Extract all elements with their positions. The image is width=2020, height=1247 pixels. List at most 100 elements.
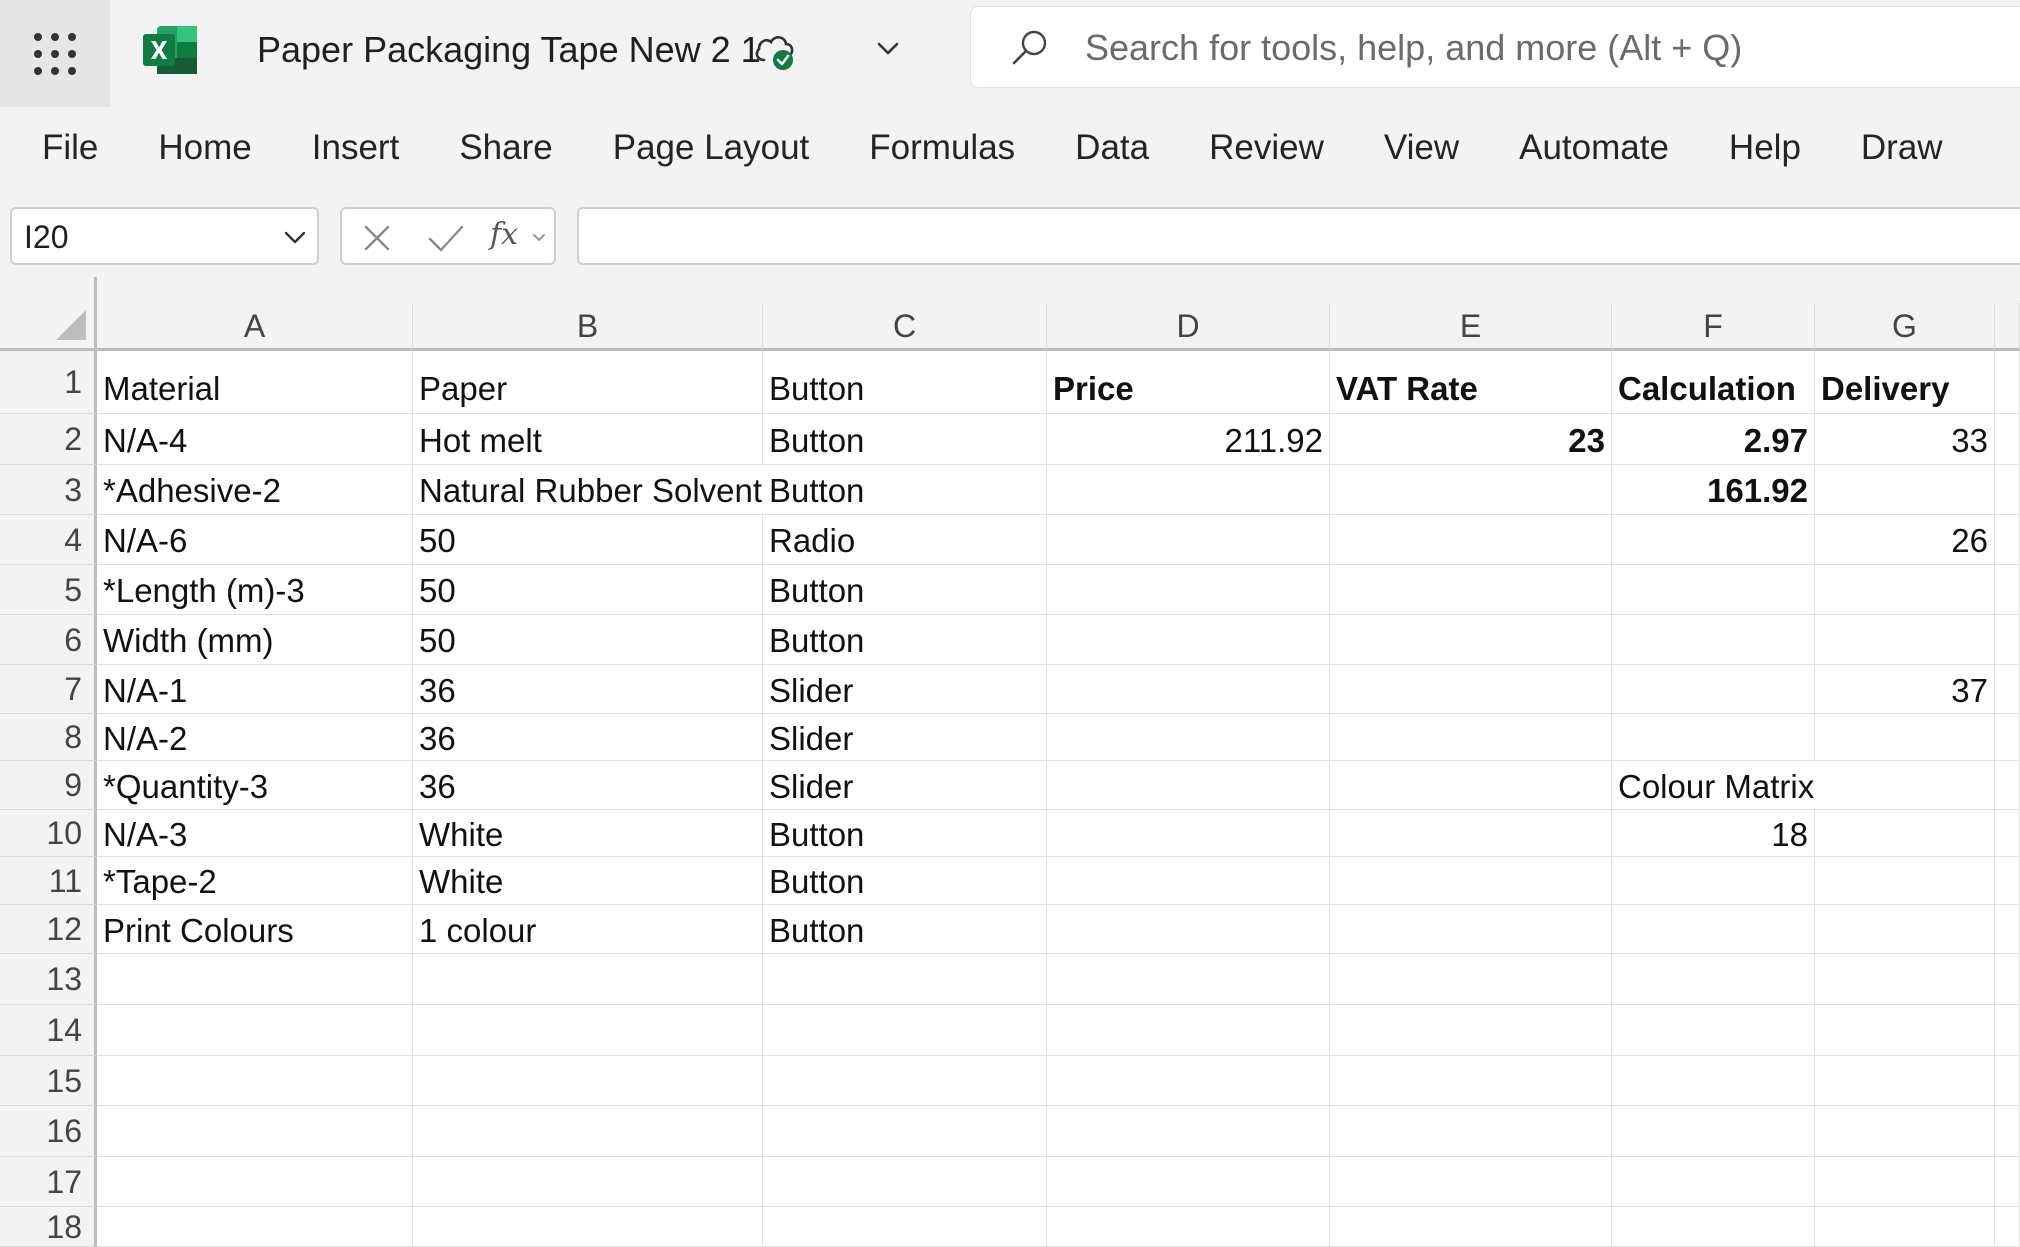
cell-d6[interactable] <box>1047 615 1330 665</box>
cell-filler[interactable] <box>1995 857 2020 905</box>
row-header-12[interactable]: 12 <box>0 905 97 954</box>
cell-b4[interactable]: 50 <box>413 515 763 565</box>
row-header-13[interactable]: 13 <box>0 954 97 1005</box>
cell-g12[interactable] <box>1815 905 1995 954</box>
row-header-1[interactable]: 1 <box>0 351 97 414</box>
cell-b3[interactable]: Natural Rubber Solvent <box>413 465 763 515</box>
cell-d3[interactable] <box>1047 465 1330 515</box>
row-header-11[interactable]: 11 <box>0 857 97 905</box>
cell-d15[interactable] <box>1047 1056 1330 1106</box>
cell-b2[interactable]: Hot melt <box>413 414 763 465</box>
cell-c11[interactable]: Button <box>763 857 1047 905</box>
chevron-down-icon[interactable] <box>872 32 904 64</box>
cell-f16[interactable] <box>1612 1106 1815 1157</box>
cell-filler[interactable] <box>1995 414 2020 465</box>
row-header-9[interactable]: 9 <box>0 761 97 810</box>
cell-filler[interactable] <box>1995 1157 2020 1207</box>
cell-filler[interactable] <box>1995 565 2020 615</box>
cell-g5[interactable] <box>1815 565 1995 615</box>
cell-c7[interactable]: Slider <box>763 665 1047 714</box>
cell-filler[interactable] <box>1995 1106 2020 1157</box>
chevron-down-icon[interactable] <box>281 223 309 251</box>
cell-g10[interactable] <box>1815 810 1995 857</box>
cell-g11[interactable] <box>1815 857 1995 905</box>
search-input[interactable] <box>1083 7 1987 89</box>
cell-e8[interactable] <box>1330 714 1612 761</box>
select-all-button[interactable] <box>0 277 97 351</box>
cell-e6[interactable] <box>1330 615 1612 665</box>
column-header-c[interactable]: C <box>763 303 1047 351</box>
tab-share[interactable]: Share <box>429 107 582 189</box>
tab-view[interactable]: View <box>1354 107 1489 189</box>
cell-c16[interactable] <box>763 1106 1047 1157</box>
cell-a16[interactable] <box>97 1106 413 1157</box>
cell-f18[interactable] <box>1612 1207 1815 1247</box>
cell-g6[interactable] <box>1815 615 1995 665</box>
cell-a11[interactable]: *Tape-2 <box>97 857 413 905</box>
cell-e15[interactable] <box>1330 1056 1612 1106</box>
tab-formulas[interactable]: Formulas <box>839 107 1045 189</box>
cell-g18[interactable] <box>1815 1207 1995 1247</box>
cell-filler[interactable] <box>1995 465 2020 515</box>
cell-d14[interactable] <box>1047 1005 1330 1056</box>
cell-b12[interactable]: 1 colour <box>413 905 763 954</box>
cell-filler[interactable] <box>1995 665 2020 714</box>
tab-insert[interactable]: Insert <box>282 107 430 189</box>
cell-f9[interactable]: Colour Matrix <box>1612 761 1815 810</box>
cell-a10[interactable]: N/A-3 <box>97 810 413 857</box>
cell-d9[interactable] <box>1047 761 1330 810</box>
cell-filler[interactable] <box>1995 905 2020 954</box>
cell-g4[interactable]: 26 <box>1815 515 1995 565</box>
row-header-4[interactable]: 4 <box>0 515 97 565</box>
document-title[interactable]: Paper Packaging Tape New 2 1 <box>257 24 761 76</box>
cell-filler[interactable] <box>1995 714 2020 761</box>
cell-c5[interactable]: Button <box>763 565 1047 615</box>
cell-e1[interactable]: VAT Rate <box>1330 351 1612 414</box>
cell-d17[interactable] <box>1047 1157 1330 1207</box>
cell-f4[interactable] <box>1612 515 1815 565</box>
cell-c2[interactable]: Button <box>763 414 1047 465</box>
cell-g1[interactable]: Delivery <box>1815 351 1995 414</box>
row-header-14[interactable]: 14 <box>0 1005 97 1056</box>
cell-e18[interactable] <box>1330 1207 1612 1247</box>
cell-c13[interactable] <box>763 954 1047 1005</box>
cell-a3[interactable]: *Adhesive-2 <box>97 465 413 515</box>
tab-draw[interactable]: Draw <box>1831 107 1973 189</box>
cell-g7[interactable]: 37 <box>1815 665 1995 714</box>
cell-f15[interactable] <box>1612 1056 1815 1106</box>
cell-e7[interactable] <box>1330 665 1612 714</box>
cell-c3[interactable]: Button <box>763 465 1047 515</box>
cell-a8[interactable]: N/A-2 <box>97 714 413 761</box>
cell-d1[interactable]: Price <box>1047 351 1330 414</box>
cell-g9[interactable] <box>1815 761 1995 810</box>
cancel-icon[interactable] <box>360 221 394 255</box>
column-header-e[interactable]: E <box>1330 303 1612 351</box>
cell-filler[interactable] <box>1995 761 2020 810</box>
cell-a14[interactable] <box>97 1005 413 1056</box>
cell-a4[interactable]: N/A-6 <box>97 515 413 565</box>
cell-g14[interactable] <box>1815 1005 1995 1056</box>
cell-f7[interactable] <box>1612 665 1815 714</box>
cell-a6[interactable]: Width (mm) <box>97 615 413 665</box>
cell-g2[interactable]: 33 <box>1815 414 1995 465</box>
row-header-3[interactable]: 3 <box>0 465 97 515</box>
cell-b6[interactable]: 50 <box>413 615 763 665</box>
cell-filler[interactable] <box>1995 351 2020 414</box>
cell-f6[interactable] <box>1612 615 1815 665</box>
cell-b11[interactable]: White <box>413 857 763 905</box>
cell-e4[interactable] <box>1330 515 1612 565</box>
cell-e12[interactable] <box>1330 905 1612 954</box>
cell-e16[interactable] <box>1330 1106 1612 1157</box>
cloud-saved-icon[interactable] <box>752 26 798 72</box>
cell-c9[interactable]: Slider <box>763 761 1047 810</box>
cell-b1[interactable]: Paper <box>413 351 763 414</box>
column-header-a[interactable]: A <box>97 303 413 351</box>
cell-a13[interactable] <box>97 954 413 1005</box>
app-launcher-button[interactable] <box>0 0 110 107</box>
cell-f10[interactable]: 18 <box>1612 810 1815 857</box>
cell-d11[interactable] <box>1047 857 1330 905</box>
cell-c14[interactable] <box>763 1005 1047 1056</box>
row-header-15[interactable]: 15 <box>0 1056 97 1106</box>
cell-filler[interactable] <box>1995 810 2020 857</box>
cell-a17[interactable] <box>97 1157 413 1207</box>
